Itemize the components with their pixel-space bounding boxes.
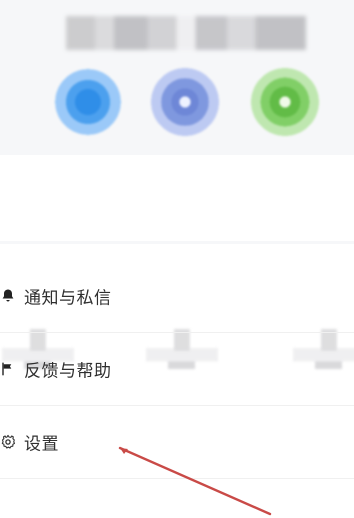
blurred-friends-row xyxy=(0,155,354,381)
bell-icon xyxy=(0,288,16,304)
menu-label-notifications: 通知与私信 xyxy=(24,288,112,309)
flag-icon xyxy=(0,361,16,377)
gear-icon xyxy=(0,434,16,450)
menu-item-notifications[interactable]: 通知与私信 xyxy=(0,260,354,333)
menu-item-feedback-help[interactable]: 反馈与帮助 xyxy=(0,333,354,406)
blurred-indigo-app-icon[interactable] xyxy=(145,62,225,142)
blurred-green-app-icon[interactable] xyxy=(245,62,325,142)
menu-item-settings[interactable]: 设置 xyxy=(0,406,354,479)
menu-label-feedback-help: 反馈与帮助 xyxy=(24,361,112,382)
blurred-profile-panel xyxy=(0,0,354,381)
blurred-blue-app-icon[interactable] xyxy=(48,62,128,142)
blurred-username xyxy=(66,16,306,50)
settings-menu: 通知与私信 反馈与帮助 设置 xyxy=(0,260,354,479)
menu-label-settings: 设置 xyxy=(24,434,59,455)
